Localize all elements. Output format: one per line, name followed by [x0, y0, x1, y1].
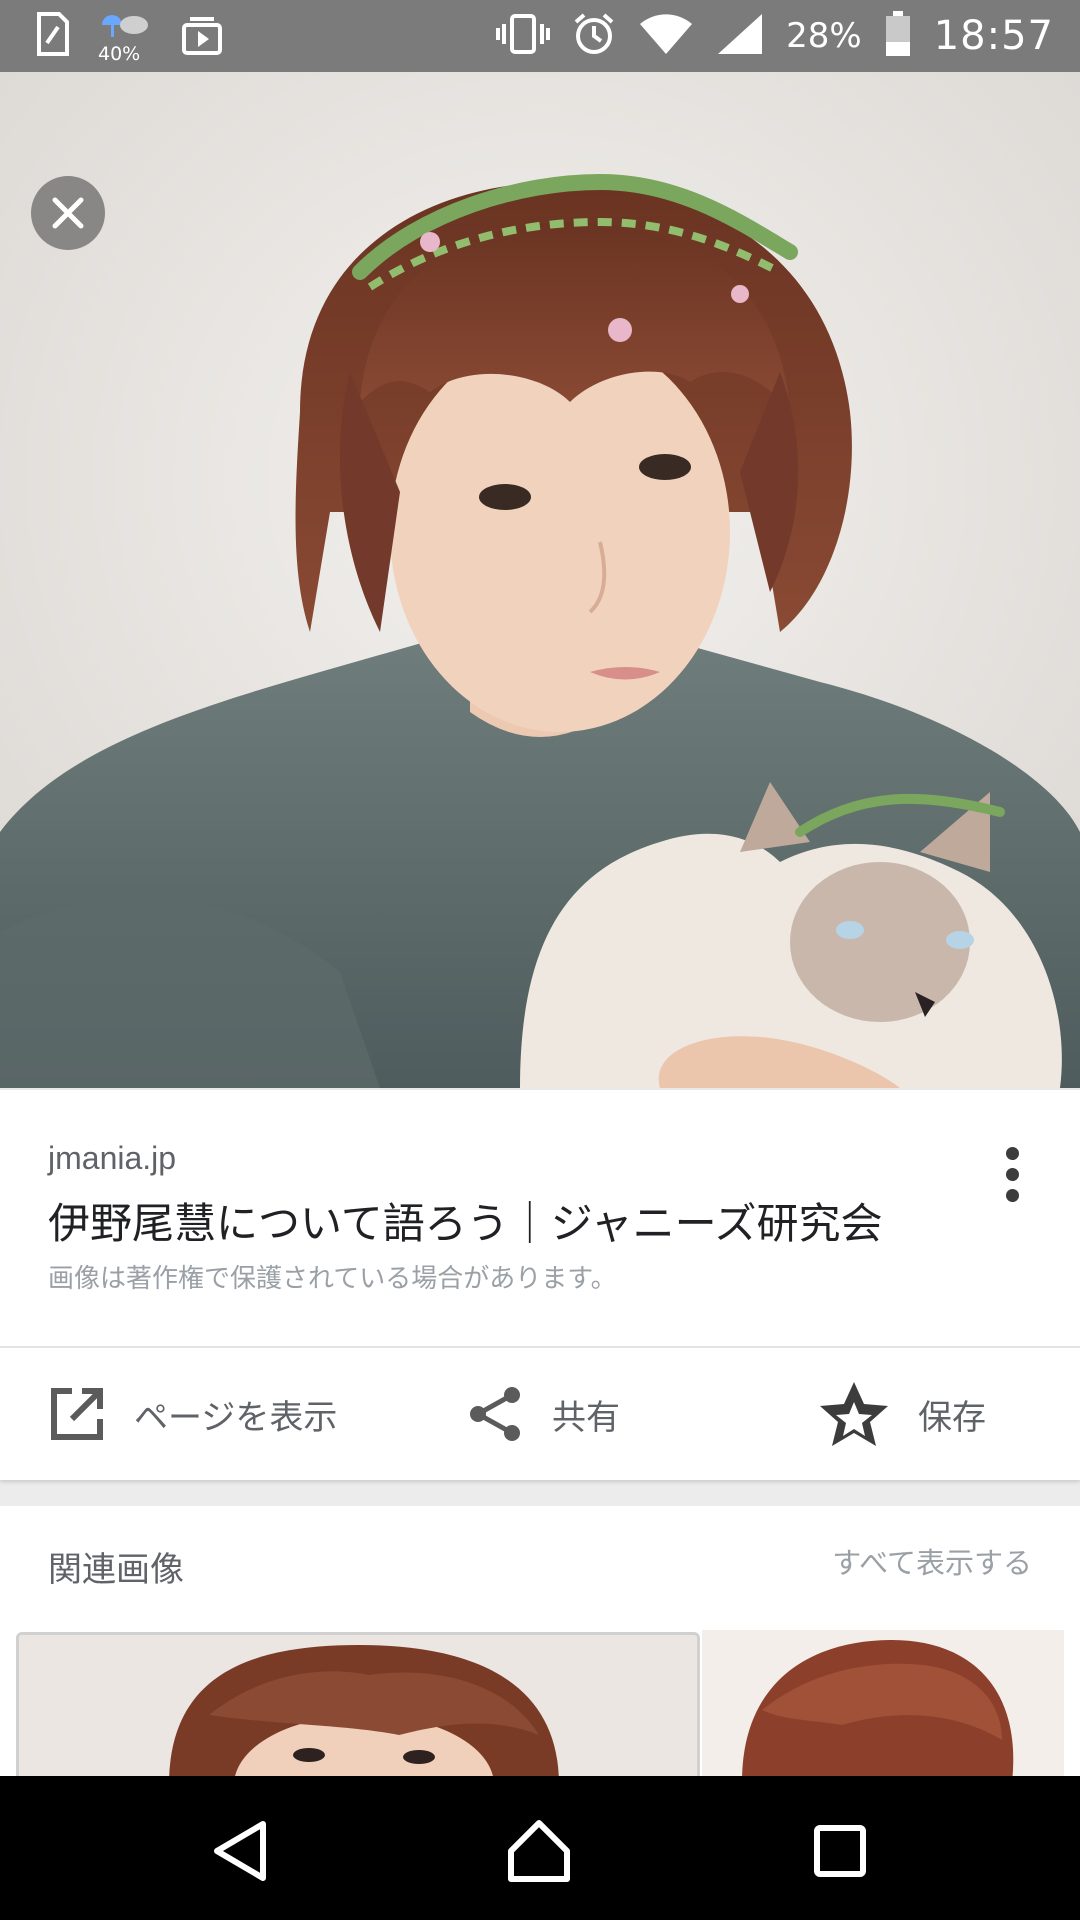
- clock: 18:57: [933, 13, 1054, 59]
- back-button[interactable]: [196, 1806, 286, 1896]
- battery-percent: 28%: [786, 16, 862, 56]
- close-button[interactable]: [31, 176, 105, 250]
- wifi-icon: [638, 12, 694, 60]
- related-image-thumbnail[interactable]: [702, 1630, 1064, 1776]
- more-vert-icon: [1005, 1146, 1019, 1160]
- alarm-icon: [572, 12, 616, 60]
- related-image-thumbnail[interactable]: [16, 1632, 700, 1776]
- view-page-label: ページを表示: [134, 1397, 338, 1438]
- share-button[interactable]: 共有: [466, 1348, 620, 1480]
- weather-percent: 40%: [98, 43, 141, 65]
- photo-portrait-with-cat: [0, 72, 1080, 1088]
- open-in-new-icon: [51, 1388, 103, 1440]
- related-images-section: 関連画像 すべて表示する: [0, 1506, 1080, 1776]
- home-button[interactable]: [494, 1806, 584, 1896]
- action-bar: ページを表示 共有 保存: [0, 1348, 1080, 1480]
- save-button[interactable]: 保存: [818, 1348, 986, 1480]
- copyright-notice: 画像は著作権で保護されている場合があります。: [48, 1264, 617, 1294]
- share-label: 共有: [552, 1397, 620, 1438]
- image-info-card: jmania.jp 伊野尾慧について語ろう｜ジャニーズ研究会 画像は著作権で保護…: [0, 1090, 1080, 1480]
- recents-button[interactable]: [795, 1806, 885, 1896]
- image-preview[interactable]: [0, 72, 1080, 1088]
- more-options-button[interactable]: [992, 1134, 1032, 1214]
- view-page-button[interactable]: ページを表示: [48, 1348, 337, 1480]
- battery-icon: [884, 10, 912, 62]
- star-icon: [820, 1382, 888, 1446]
- source-page-title[interactable]: 伊野尾慧について語ろう｜ジャニーズ研究会: [48, 1190, 883, 1251]
- weather-icon: 40%: [98, 11, 152, 65]
- vibrate-icon: [496, 12, 551, 60]
- save-label: 保存: [918, 1397, 986, 1438]
- related-images-title: 関連画像: [48, 1550, 184, 1590]
- signal-icon: [716, 12, 764, 60]
- status-bar: 40% 28% 18:57: [0, 0, 1080, 72]
- source-domain[interactable]: jmania.jp: [48, 1140, 176, 1177]
- recents-icon: [814, 1825, 866, 1877]
- view-all-link[interactable]: すべて表示する: [832, 1540, 1032, 1582]
- back-icon: [214, 1821, 266, 1881]
- sim-icon: [36, 11, 70, 61]
- close-icon: [52, 197, 84, 229]
- navigation-bar: [0, 1776, 1080, 1920]
- video-icon: [180, 13, 224, 59]
- home-icon: [508, 1820, 570, 1882]
- share-icon: [470, 1387, 520, 1441]
- status-bar-notifications: 40%: [36, 11, 224, 65]
- status-bar-system: 28% 18:57: [496, 10, 1054, 62]
